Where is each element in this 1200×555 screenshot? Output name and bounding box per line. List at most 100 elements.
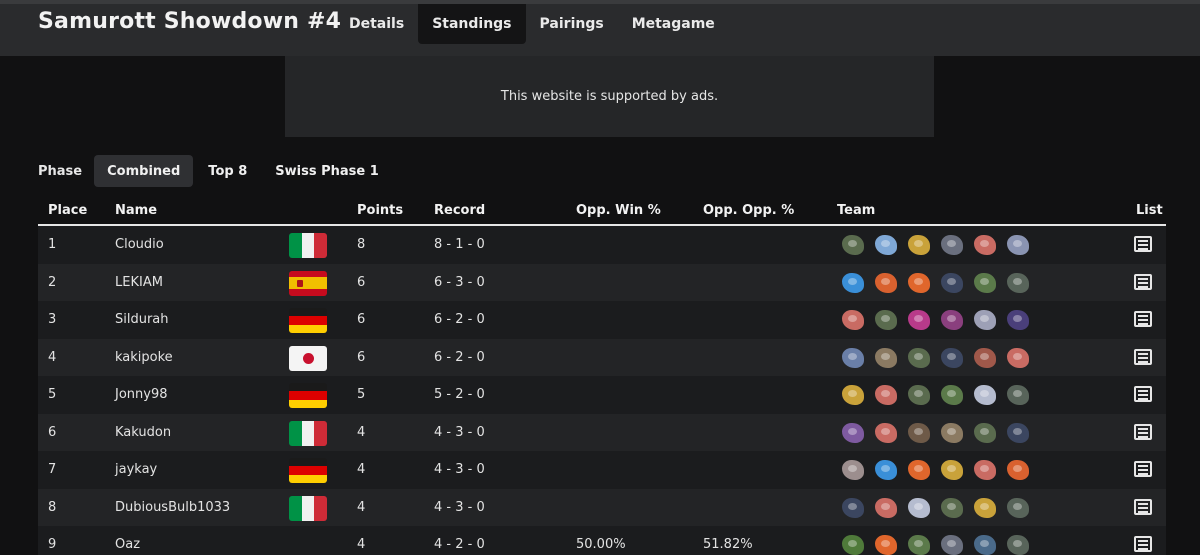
tab-pairings[interactable]: Pairings xyxy=(526,4,618,44)
place-cell: 5 xyxy=(48,387,57,402)
place-cell: 8 xyxy=(48,499,57,515)
pokemon-sprite-icon[interactable] xyxy=(903,381,936,409)
phase-combined[interactable]: Combined xyxy=(94,155,194,187)
player-name[interactable]: DubiousBulb1033 xyxy=(115,500,230,515)
pokemon-sprite-icon[interactable] xyxy=(1002,344,1035,372)
col-opp-win[interactable]: Opp. Win % xyxy=(576,203,661,218)
pokemon-sprite-icon[interactable] xyxy=(903,306,936,334)
pokemon-sprite-icon[interactable] xyxy=(936,344,969,372)
tab-details[interactable]: Details xyxy=(335,4,418,44)
pokemon-sprite-icon[interactable] xyxy=(870,419,903,447)
list-icon[interactable] xyxy=(1134,273,1152,290)
player-name[interactable]: Sildurah xyxy=(115,312,169,327)
pokemon-sprite-icon[interactable] xyxy=(969,269,1002,297)
col-record[interactable]: Record xyxy=(434,203,485,218)
player-name[interactable]: Kakudon xyxy=(115,425,171,440)
pokemon-sprite-icon[interactable] xyxy=(903,269,936,297)
pokemon-sprite-icon[interactable] xyxy=(969,531,1002,555)
record-cell: 8 - 1 - 0 xyxy=(434,237,485,252)
points-cell: 4 xyxy=(357,462,366,477)
list-icon[interactable] xyxy=(1134,536,1152,552)
col-name[interactable]: Name xyxy=(115,203,157,218)
pokemon-sprite-icon[interactable] xyxy=(936,231,969,259)
pokemon-sprite-icon[interactable] xyxy=(903,231,936,259)
pokemon-sprite-icon[interactable] xyxy=(1002,456,1035,484)
pokemon-sprite-icon[interactable] xyxy=(903,531,936,555)
pokemon-sprite-icon[interactable] xyxy=(1002,494,1035,522)
pokemon-sprite-icon[interactable] xyxy=(870,494,903,522)
opp-opp-cell: 51.82% xyxy=(703,537,753,552)
pokemon-sprite-icon[interactable] xyxy=(969,344,1002,372)
pokemon-sprite-icon[interactable] xyxy=(903,419,936,447)
team-sprites xyxy=(837,231,1035,259)
pokemon-sprite-icon[interactable] xyxy=(837,456,870,484)
player-name[interactable]: Cloudio xyxy=(115,237,164,252)
pokemon-sprite-icon[interactable] xyxy=(837,269,870,297)
pokemon-sprite-icon[interactable] xyxy=(837,381,870,409)
list-icon[interactable] xyxy=(1134,386,1152,402)
pokemon-sprite-icon[interactable] xyxy=(969,494,1002,522)
pokemon-sprite-icon[interactable] xyxy=(870,306,903,334)
player-name[interactable]: Jonny98 xyxy=(115,387,168,402)
player-name[interactable]: LEKIAM xyxy=(115,275,163,290)
pokemon-sprite-icon[interactable] xyxy=(1002,531,1035,555)
pokemon-sprite-icon[interactable] xyxy=(969,306,1002,334)
record-cell: 6 - 2 - 0 xyxy=(434,349,485,365)
col-points[interactable]: Points xyxy=(357,203,403,218)
player-name[interactable]: kakipoke xyxy=(115,350,173,365)
pokemon-sprite-icon[interactable] xyxy=(837,306,870,334)
pokemon-sprite-icon[interactable] xyxy=(969,419,1002,447)
ad-banner: This website is supported by ads. xyxy=(285,56,934,137)
pokemon-sprite-icon[interactable] xyxy=(837,531,870,555)
pokemon-sprite-icon[interactable] xyxy=(1002,231,1035,259)
tournament-title[interactable]: Samurott Showdown #4 xyxy=(38,9,341,34)
pokemon-sprite-icon[interactable] xyxy=(936,531,969,555)
pokemon-sprite-icon[interactable] xyxy=(903,456,936,484)
pokemon-sprite-icon[interactable] xyxy=(969,381,1002,409)
pokemon-sprite-icon[interactable] xyxy=(870,381,903,409)
tab-metagame[interactable]: Metagame xyxy=(618,4,729,44)
record-cell: 6 - 3 - 0 xyxy=(434,274,485,290)
player-name[interactable]: Oaz xyxy=(115,537,140,552)
phase-top-8[interactable]: Top 8 xyxy=(195,155,260,187)
list-icon[interactable] xyxy=(1134,311,1152,327)
pokemon-sprite-icon[interactable] xyxy=(1002,269,1035,297)
pokemon-sprite-icon[interactable] xyxy=(903,344,936,372)
col-team: Team xyxy=(837,203,876,218)
pokemon-sprite-icon[interactable] xyxy=(969,456,1002,484)
col-opp-opp[interactable]: Opp. Opp. % xyxy=(703,203,794,218)
record-cell: 4 - 3 - 0 xyxy=(434,424,485,440)
col-place[interactable]: Place xyxy=(48,203,87,218)
pokemon-sprite-icon[interactable] xyxy=(837,419,870,447)
pokemon-sprite-icon[interactable] xyxy=(903,494,936,522)
pokemon-sprite-icon[interactable] xyxy=(969,231,1002,259)
pokemon-sprite-icon[interactable] xyxy=(870,344,903,372)
pokemon-sprite-icon[interactable] xyxy=(936,269,969,297)
pokemon-sprite-icon[interactable] xyxy=(837,494,870,522)
pokemon-sprite-icon[interactable] xyxy=(936,381,969,409)
pokemon-sprite-icon[interactable] xyxy=(936,456,969,484)
pokemon-sprite-icon[interactable] xyxy=(870,456,903,484)
pokemon-sprite-icon[interactable] xyxy=(870,269,903,297)
list-icon[interactable] xyxy=(1134,461,1152,477)
list-icon[interactable] xyxy=(1134,498,1152,515)
tab-standings[interactable]: Standings xyxy=(418,4,526,44)
place-cell: 9 xyxy=(48,537,57,552)
list-icon[interactable] xyxy=(1134,348,1152,365)
germany-flag-icon xyxy=(289,383,327,408)
phase-swiss-1[interactable]: Swiss Phase 1 xyxy=(262,155,392,187)
list-icon[interactable] xyxy=(1134,423,1152,440)
pokemon-sprite-icon[interactable] xyxy=(1002,419,1035,447)
pokemon-sprite-icon[interactable] xyxy=(936,306,969,334)
pokemon-sprite-icon[interactable] xyxy=(936,419,969,447)
pokemon-sprite-icon[interactable] xyxy=(870,231,903,259)
pokemon-sprite-icon[interactable] xyxy=(837,344,870,372)
pokemon-sprite-icon[interactable] xyxy=(870,531,903,555)
list-icon[interactable] xyxy=(1134,236,1152,252)
pokemon-sprite-icon[interactable] xyxy=(1002,381,1035,409)
pokemon-sprite-icon[interactable] xyxy=(837,231,870,259)
pokemon-sprite-icon[interactable] xyxy=(936,494,969,522)
points-cell: 6 xyxy=(357,349,366,365)
pokemon-sprite-icon[interactable] xyxy=(1002,306,1035,334)
player-name[interactable]: jaykay xyxy=(115,462,157,477)
